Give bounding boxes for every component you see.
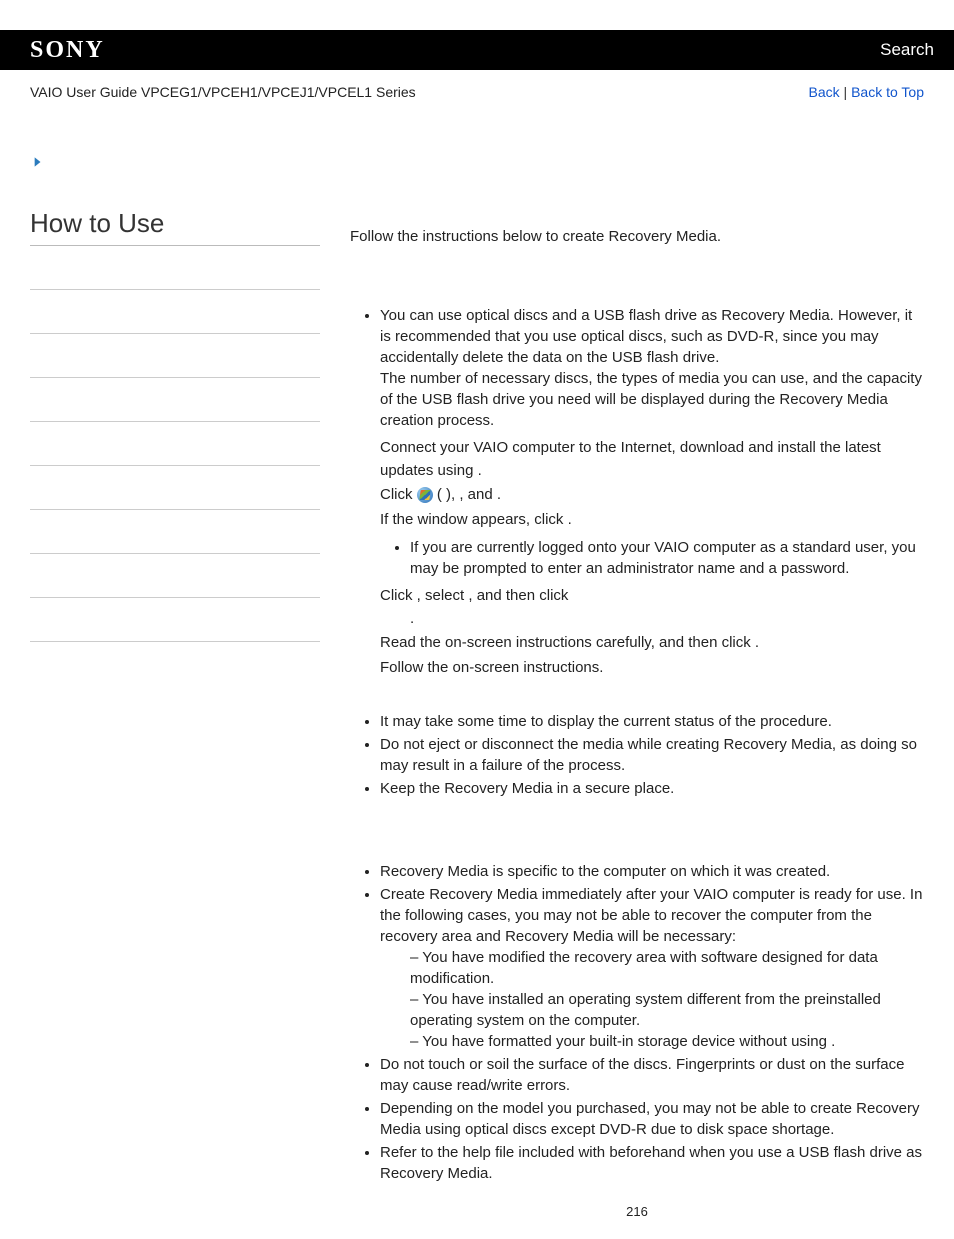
step-2: Click ( ), , and .	[380, 484, 924, 507]
sidebar-item[interactable]	[30, 422, 320, 466]
sidebar-item[interactable]	[30, 466, 320, 510]
text: , and then click	[468, 587, 568, 604]
text: Refer to the help file included with	[380, 1144, 609, 1161]
sidebar-item[interactable]	[30, 510, 320, 554]
chevron-right-icon[interactable]	[30, 155, 924, 173]
text: Connect your VAIO computer to the Intern…	[380, 439, 881, 479]
steps: Connect your VAIO computer to the Intern…	[350, 437, 924, 679]
text: If the	[380, 511, 418, 528]
page-number: 216	[350, 1204, 924, 1239]
step-5: Read the on-screen instructions carefull…	[380, 632, 924, 655]
text: .	[568, 511, 572, 528]
text: , select	[417, 587, 469, 604]
list-item: Do not eject or disconnect the media whi…	[380, 734, 924, 776]
text: You have formatted your built-in storage…	[422, 1033, 831, 1050]
sidebar-item[interactable]	[30, 334, 320, 378]
sidebar-item[interactable]	[30, 246, 320, 290]
sidebar-item[interactable]	[30, 598, 320, 642]
notes-list-3: Recovery Media is specific to the comput…	[350, 861, 924, 1184]
search-link[interactable]: Search	[880, 40, 934, 60]
intro-text: Follow the instructions below to create …	[350, 228, 924, 245]
list-item: Keep the Recovery Media in a secure plac…	[380, 778, 924, 799]
list-item: You have installed an operating system d…	[410, 989, 924, 1031]
text: Click	[380, 587, 417, 604]
text: .	[380, 610, 414, 627]
tip-list-1: You can use optical discs and a USB flas…	[350, 305, 924, 431]
list-item: It may take some time to display the cur…	[380, 711, 924, 732]
main-content: Follow the instructions below to create …	[350, 208, 924, 1239]
list-item: Do not touch or soil the surface of the …	[380, 1054, 924, 1096]
text: .	[831, 1033, 835, 1050]
text: , and	[459, 486, 497, 503]
text: .	[755, 634, 759, 651]
list-item: Create Recovery Media immediately after …	[380, 884, 924, 1052]
windows-start-icon	[417, 487, 433, 503]
sidebar-item[interactable]	[30, 290, 320, 334]
list-item: Refer to the help file included with bef…	[380, 1142, 924, 1184]
list-item: Recovery Media is specific to the comput…	[380, 861, 924, 882]
step-3: If the window appears, click .	[380, 509, 924, 532]
dash-list: You have modified the recovery area with…	[380, 947, 924, 1052]
list-item: Depending on the model you purchased, yo…	[380, 1098, 924, 1140]
text: The number of necessary discs, the types…	[380, 370, 922, 429]
sub-header: VAIO User Guide VPCEG1/VPCEH1/VPCEJ1/VPC…	[0, 70, 954, 100]
text: ( ),	[433, 486, 460, 503]
list-item: If you are currently logged onto your VA…	[410, 537, 924, 579]
list-item: You can use optical discs and a USB flas…	[380, 305, 924, 431]
back-link[interactable]: Back	[809, 84, 840, 100]
list-item: You have formatted your built-in storage…	[410, 1031, 924, 1052]
guide-title: VAIO User Guide VPCEG1/VPCEH1/VPCEJ1/VPC…	[30, 84, 416, 100]
text: Click	[380, 486, 417, 503]
step-4: Click , select , and then click .	[380, 585, 924, 630]
sidebar-item[interactable]	[30, 554, 320, 598]
text: window appears, click	[418, 511, 568, 528]
substep-list: If you are currently logged onto your VA…	[390, 537, 924, 579]
text: Create Recovery Media immediately after …	[380, 886, 922, 945]
text: .	[478, 462, 482, 479]
text: You can use optical discs and a USB flas…	[380, 307, 912, 366]
separator: |	[840, 84, 851, 100]
sidebar-heading: How to Use	[30, 208, 320, 246]
nav-links: Back | Back to Top	[809, 84, 924, 100]
back-to-top-link[interactable]: Back to Top	[851, 84, 924, 100]
step-1: Connect your VAIO computer to the Intern…	[380, 437, 924, 482]
notes-list-2: It may take some time to display the cur…	[350, 711, 924, 799]
sidebar: How to Use	[30, 208, 320, 1239]
top-bar: SONY Search	[0, 30, 954, 70]
list-item: You have modified the recovery area with…	[410, 947, 924, 989]
text: .	[497, 486, 501, 503]
sony-logo: SONY	[30, 37, 105, 64]
step-6: Follow the on-screen instructions.	[380, 657, 924, 680]
sidebar-item[interactable]	[30, 378, 320, 422]
text: Read the on-screen instructions carefull…	[380, 634, 755, 651]
